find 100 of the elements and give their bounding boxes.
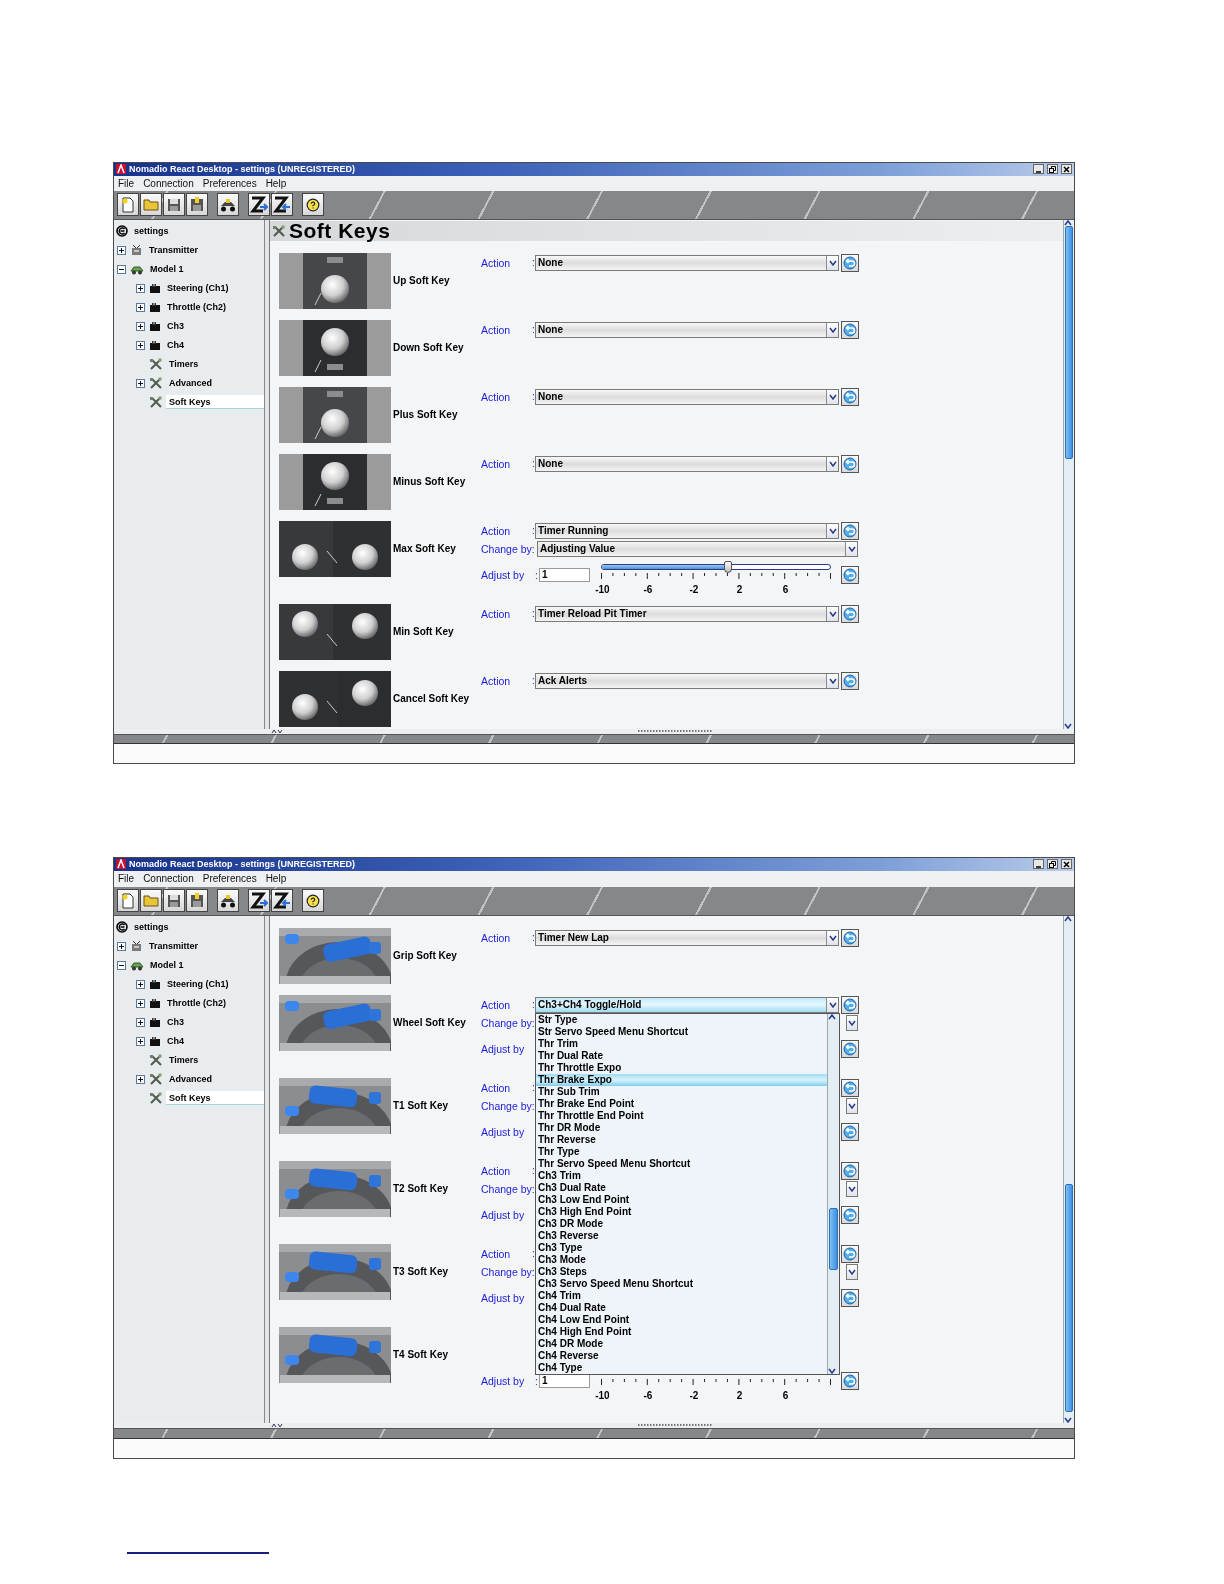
dropdown-option[interactable]: Ch3 Mode [536, 1253, 827, 1266]
save-button[interactable] [163, 193, 185, 217]
menu-item[interactable]: File [118, 873, 135, 885]
dropdown-option[interactable]: Str Servo Speed Menu Shortcut [536, 1025, 827, 1038]
tree-item[interactable]: Timers [166, 1053, 264, 1068]
reset-button[interactable] [841, 454, 859, 473]
change-by-dropdown[interactable]: Adjusting Value [537, 540, 858, 557]
dropdown-option[interactable]: Ch4 Dual Rate [536, 1301, 827, 1314]
dropdown-arrow-button[interactable] [846, 1263, 858, 1280]
expand-toggle[interactable] [136, 340, 145, 350]
reset-button[interactable] [841, 1078, 859, 1097]
reset-button[interactable] [841, 928, 859, 947]
tree-item[interactable]: Steering (Ch1) [164, 281, 264, 296]
dropdown-option[interactable]: Ch3 Reverse [536, 1229, 827, 1242]
tree-item[interactable]: Soft Keys [166, 1091, 264, 1106]
scrollbar[interactable] [1063, 219, 1074, 729]
dropdown-option[interactable]: Ch3 Servo Speed Menu Shortcut [536, 1277, 827, 1290]
menu-item[interactable]: Connection [143, 178, 194, 189]
action-dropdown[interactable]: Timer Reload Pit Timer [535, 605, 839, 622]
dropdown-option[interactable]: Ch3 DR Mode [536, 1217, 827, 1230]
save-as-button[interactable] [186, 193, 208, 217]
dropdown-option[interactable]: Ch3 Type [536, 1241, 827, 1254]
scrollbar-thumb[interactable] [1065, 1184, 1073, 1413]
action-dropdown[interactable]: Timer Running [535, 522, 839, 539]
tree-item[interactable]: Ch3 [164, 319, 264, 334]
dropdown-option[interactable]: Thr Throttle Expo [536, 1061, 827, 1074]
tree-item[interactable]: Ch3 [164, 1015, 264, 1030]
expand-toggle[interactable] [136, 979, 145, 989]
menu-item[interactable]: Preferences [202, 178, 257, 189]
expand-toggle[interactable] [117, 960, 126, 970]
reset-button[interactable] [841, 387, 859, 406]
dropdown-option[interactable]: Thr Brake Expo [536, 1073, 827, 1086]
action-dropdown[interactable]: None [535, 254, 839, 271]
minimize-button[interactable] [1033, 859, 1044, 870]
reset-button[interactable] [841, 1040, 859, 1059]
splitter[interactable] [265, 219, 270, 729]
expand-toggle[interactable] [136, 378, 145, 388]
tree-root[interactable]: settings [131, 920, 264, 935]
dropdown-option[interactable]: Ch3 Dual Rate [536, 1181, 827, 1194]
dropdown-option[interactable]: Thr Trim [536, 1037, 827, 1050]
menu-item[interactable]: Connection [143, 873, 194, 885]
download-button[interactable] [271, 193, 293, 217]
tree-item[interactable]: Model 1 [147, 262, 264, 277]
dropdown-option[interactable]: Ch3 High End Point [536, 1205, 827, 1218]
reset-button[interactable] [841, 253, 859, 272]
open-button[interactable] [140, 193, 162, 217]
reset-button[interactable] [841, 1244, 859, 1263]
menu-item[interactable]: Help [265, 178, 287, 189]
reset-button[interactable] [841, 1206, 859, 1225]
reset-button[interactable] [841, 566, 859, 585]
tree-item[interactable]: Model 1 [147, 958, 264, 973]
expand-toggle[interactable] [136, 321, 145, 331]
scrollbar[interactable] [1063, 915, 1074, 1424]
menu-item[interactable]: Preferences [202, 873, 257, 885]
dropdown-option[interactable]: Thr Servo Speed Menu Shortcut [536, 1157, 827, 1170]
download-button[interactable] [271, 889, 293, 913]
expand-toggle[interactable] [136, 1036, 145, 1046]
tree-item[interactable]: Throttle (Ch2) [164, 996, 264, 1011]
dropdown-option[interactable]: Thr Dual Rate [536, 1049, 827, 1062]
scrollbar[interactable] [827, 1013, 839, 1374]
new-button[interactable] [117, 889, 139, 913]
dropdown-option[interactable]: Ch4 Reverse [536, 1349, 827, 1362]
expand-toggle[interactable] [117, 245, 126, 255]
reset-button[interactable] [841, 671, 859, 690]
action-dropdown[interactable]: Ch3+Ch4 Toggle/Hold [535, 996, 839, 1013]
tree-item[interactable]: Ch4 [164, 1034, 264, 1049]
tree-root[interactable]: settings [131, 224, 264, 239]
tree-item[interactable]: Steering (Ch1) [164, 977, 264, 992]
reset-button[interactable] [841, 995, 859, 1014]
scrollbar-thumb[interactable] [829, 1207, 838, 1271]
action-dropdown[interactable]: None [535, 388, 839, 405]
splitter-bar[interactable] [114, 1423, 1074, 1429]
tree-item[interactable]: Timers [166, 357, 264, 372]
help-button[interactable] [302, 889, 324, 913]
dropdown-option[interactable]: Thr Throttle End Point [536, 1109, 827, 1122]
tree-item[interactable]: Ch4 [164, 338, 264, 353]
dropdown-option[interactable]: Thr Type [536, 1145, 827, 1158]
action-dropdown[interactable]: None [535, 455, 839, 472]
expand-toggle[interactable] [136, 302, 145, 312]
expand-toggle[interactable] [136, 283, 145, 293]
action-dropdown[interactable]: None [535, 321, 839, 338]
dropdown-option[interactable]: Ch4 DR Mode [536, 1337, 827, 1350]
reset-button[interactable] [841, 521, 859, 540]
model-button[interactable] [217, 193, 239, 217]
tree-item[interactable]: Soft Keys [166, 395, 264, 410]
expand-toggle[interactable] [117, 941, 126, 951]
tree-item[interactable]: Advanced [166, 376, 264, 391]
adjust-input[interactable]: 1 [539, 568, 590, 583]
menu-item[interactable]: Help [265, 873, 287, 885]
dropdown-option[interactable]: Ch3 Low End Point [536, 1193, 827, 1206]
dropdown-option[interactable]: Thr DR Mode [536, 1121, 827, 1134]
reset-button[interactable] [841, 1289, 859, 1308]
dropdown-option[interactable]: Thr Brake End Point [536, 1097, 827, 1110]
dropdown-option[interactable]: Ch4 Low End Point [536, 1313, 827, 1326]
dropdown-option[interactable]: Thr Reverse [536, 1133, 827, 1146]
dropdown-option[interactable]: Ch4 Type [536, 1361, 827, 1374]
slider-thumb[interactable] [723, 561, 732, 574]
reset-button[interactable] [841, 1123, 859, 1142]
dropdown-option[interactable]: Str Type [536, 1013, 827, 1026]
scrollbar-thumb[interactable] [1065, 225, 1073, 460]
